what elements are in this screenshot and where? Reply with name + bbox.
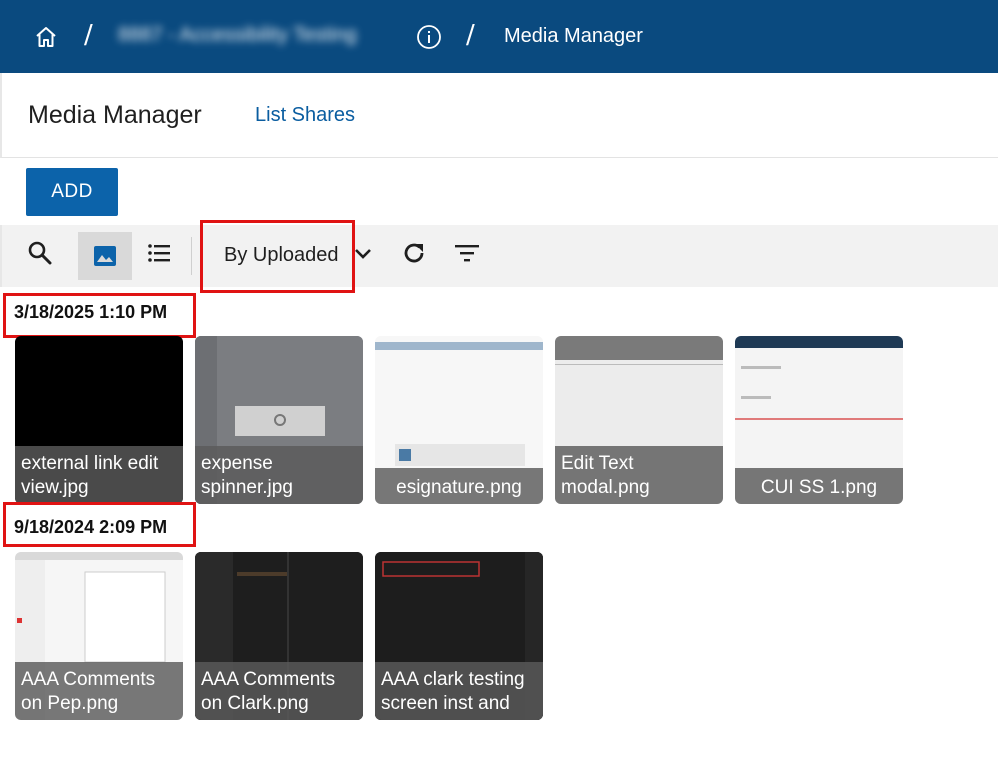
- media-tile-caption: CUI SS 1.png: [735, 468, 903, 504]
- media-tile[interactable]: AAA Comments on Clark.png: [195, 552, 363, 720]
- media-toolbar: By Uploaded: [0, 225, 998, 287]
- file-name-line: screen inst and: [381, 693, 510, 714]
- list-icon[interactable]: [145, 239, 173, 267]
- file-name-line: AAA Comments: [21, 669, 156, 690]
- page-header: Media Manager List Shares: [0, 73, 998, 158]
- file-name-line: view.jpg: [21, 477, 89, 498]
- file-name-line: modal.png: [561, 477, 650, 498]
- media-tile-caption: AAA Comments on Pep.png: [15, 662, 183, 720]
- breadcrumb-project[interactable]: 8887 - Accessibility Testing: [118, 24, 378, 50]
- file-name-line: esignature.png: [396, 477, 522, 498]
- media-tile[interactable]: external link edit view.jpg: [15, 336, 183, 504]
- media-tile[interactable]: AAA Comments on Pep.png: [15, 552, 183, 720]
- file-name-line: on Pep.png: [21, 693, 119, 714]
- sort-highlight-box: [200, 220, 355, 293]
- toolbar-divider: [191, 237, 192, 275]
- media-tile[interactable]: CUI SS 1.png: [735, 336, 903, 504]
- group-date: 9/18/2024 2:09 PM: [14, 517, 168, 537]
- file-name-line: AAA clark testing: [381, 669, 525, 690]
- add-button[interactable]: ADD: [26, 168, 118, 216]
- file-name-line: spinner.jpg: [201, 477, 293, 498]
- group-date: 3/18/2025 1:10 PM: [14, 302, 168, 322]
- info-icon[interactable]: [416, 24, 442, 50]
- file-name-line: AAA Comments: [201, 669, 336, 690]
- grid-view-toggle[interactable]: [78, 232, 132, 280]
- breadcrumb-separator: /: [84, 20, 93, 50]
- media-tile-caption: expense spinner.jpg: [195, 446, 363, 504]
- media-tile-caption: AAA clark testing screen inst and: [375, 662, 543, 720]
- breadcrumb-separator: /: [466, 20, 475, 50]
- file-name-line: Edit Text: [561, 453, 634, 474]
- image-grid-icon: [94, 246, 116, 266]
- media-tile[interactable]: Edit Text modal.png: [555, 336, 723, 504]
- file-name-line: expense: [201, 453, 273, 474]
- file-name-line: CUI SS 1.png: [760, 477, 878, 498]
- file-name-line: on Clark.png: [201, 693, 309, 714]
- media-tile-caption: AAA Comments on Clark.png: [195, 662, 363, 720]
- media-tile[interactable]: esignature.png: [375, 336, 543, 504]
- breadcrumb-bar: / 8887 - Accessibility Testing / Media M…: [0, 0, 998, 73]
- filter-icon[interactable]: [453, 239, 481, 267]
- media-tile[interactable]: AAA clark testing screen inst and: [375, 552, 543, 720]
- breadcrumb-current: Media Manager: [504, 25, 643, 47]
- media-tile-caption: esignature.png: [375, 468, 543, 504]
- search-icon[interactable]: [26, 239, 54, 267]
- page-title: Media Manager: [28, 101, 202, 129]
- refresh-icon[interactable]: [400, 239, 428, 267]
- file-name-line: external link edit: [21, 453, 159, 474]
- list-shares-link[interactable]: List Shares: [255, 104, 355, 127]
- media-tile-caption: Edit Text modal.png: [555, 446, 723, 504]
- media-tile[interactable]: expense spinner.jpg: [195, 336, 363, 504]
- media-tile-caption: external link edit view.jpg: [15, 446, 183, 504]
- home-icon[interactable]: [34, 25, 58, 49]
